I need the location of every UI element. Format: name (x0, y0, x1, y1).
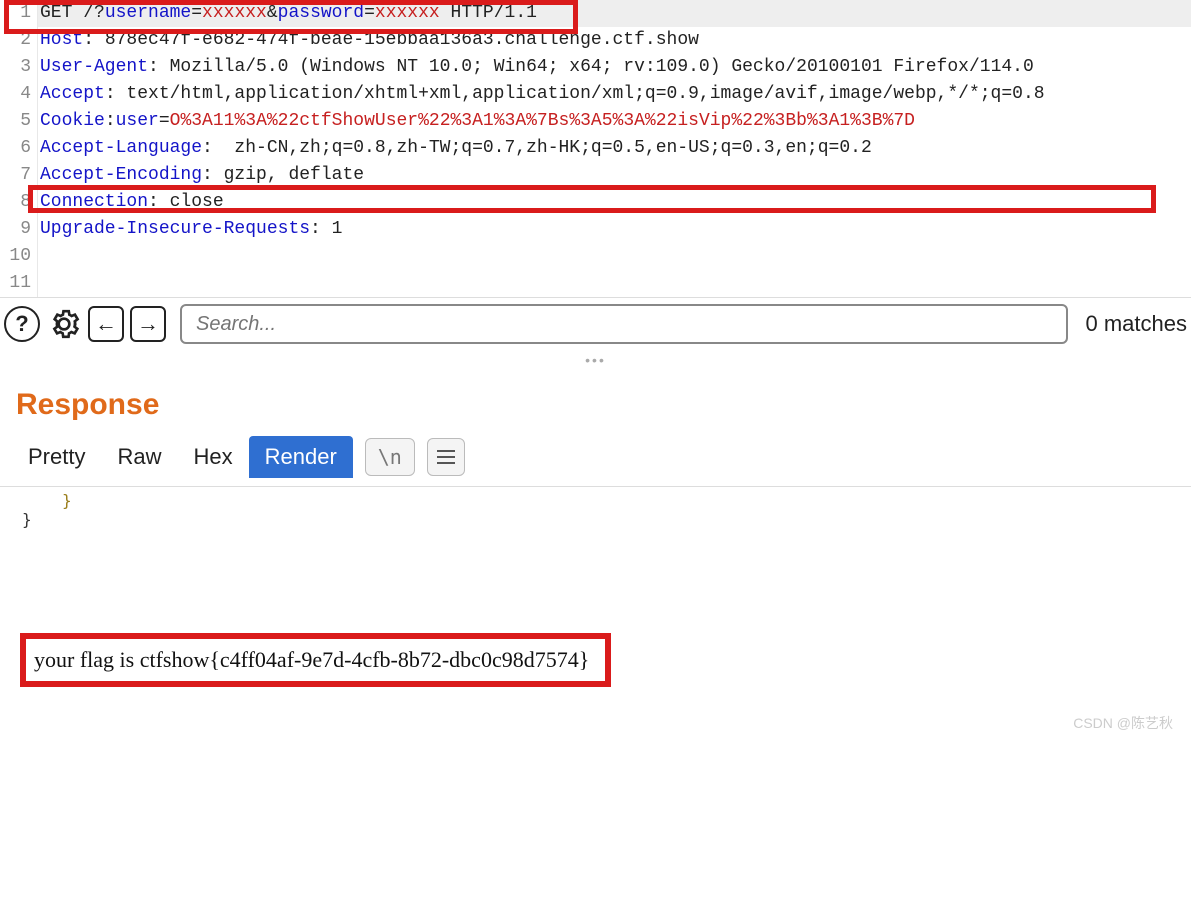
line-code[interactable]: Accept-Language: zh-CN,zh;q=0.8,zh-TW;q=… (38, 135, 1191, 162)
line-number: 3 (0, 54, 38, 81)
editor-line[interactable]: 2Host: 878ec47f-e682-474f-beae-15ebbaa13… (0, 27, 1191, 54)
line-code[interactable]: Accept: text/html,application/xhtml+xml,… (38, 81, 1191, 108)
response-title: Response (0, 370, 1191, 436)
line-code[interactable]: Accept-Encoding: gzip, deflate (38, 162, 1191, 189)
match-count: 0 matches (1074, 311, 1188, 337)
editor-line[interactable]: 3User-Agent: Mozilla/5.0 (Windows NT 10.… (0, 54, 1191, 81)
tab-pretty[interactable]: Pretty (12, 436, 101, 478)
editor-line[interactable]: 9Upgrade-Insecure-Requests: 1 (0, 216, 1191, 243)
editor-line[interactable]: 4Accept: text/html,application/xhtml+xml… (0, 81, 1191, 108)
line-number: 11 (0, 270, 38, 297)
highlight-box-flag (20, 633, 611, 687)
line-code[interactable]: GET /?username=xxxxxx&password=xxxxxx HT… (38, 0, 1191, 27)
editor-line[interactable]: 10 (0, 243, 1191, 270)
line-number: 6 (0, 135, 38, 162)
line-number: 4 (0, 81, 38, 108)
editor-line[interactable]: 1GET /?username=xxxxxx&password=xxxxxx H… (0, 0, 1191, 27)
help-icon[interactable]: ? (4, 306, 40, 342)
line-number: 8 (0, 189, 38, 216)
split-handle[interactable]: ••• (0, 350, 1191, 370)
response-render-panel: } } your flag is ctfshow{c4ff04af-9e7d-4… (0, 487, 1191, 741)
editor-line[interactable]: 8Connection: close (0, 189, 1191, 216)
search-toolbar: ? ← → 0 matches (0, 297, 1191, 350)
render-line: } (12, 491, 1179, 510)
editor-line[interactable]: 7Accept-Encoding: gzip, deflate (0, 162, 1191, 189)
flag-highlight: your flag is ctfshow{c4ff04af-9e7d-4cfb-… (22, 639, 601, 681)
line-number: 9 (0, 216, 38, 243)
editor-line[interactable]: 11 (0, 270, 1191, 297)
line-number: 1 (0, 0, 38, 27)
line-number: 5 (0, 108, 38, 135)
next-match-button[interactable]: → (130, 306, 166, 342)
tab-raw[interactable]: Raw (101, 436, 177, 478)
editor-line[interactable]: 6Accept-Language: zh-CN,zh;q=0.8,zh-TW;q… (0, 135, 1191, 162)
tab-render[interactable]: Render (249, 436, 353, 478)
line-code[interactable]: User-Agent: Mozilla/5.0 (Windows NT 10.0… (38, 54, 1191, 81)
request-editor[interactable]: 1GET /?username=xxxxxx&password=xxxxxx H… (0, 0, 1191, 297)
tab-hex[interactable]: Hex (177, 436, 248, 478)
line-code[interactable]: Cookie:user=O%3A11%3A%22ctfShowUser%22%3… (38, 108, 1191, 135)
response-tabs: PrettyRawHexRender \n (0, 436, 1191, 487)
line-number: 2 (0, 27, 38, 54)
line-code[interactable]: Upgrade-Insecure-Requests: 1 (38, 216, 1191, 243)
prev-match-button[interactable]: ← (88, 306, 124, 342)
hamburger-icon[interactable] (427, 438, 465, 476)
search-input[interactable] (180, 304, 1068, 344)
line-code[interactable]: Connection: close (38, 189, 1191, 216)
watermark: CSDN @陈艺秋 (1073, 713, 1173, 733)
line-code[interactable]: Host: 878ec47f-e682-474f-beae-15ebbaa136… (38, 27, 1191, 54)
gear-icon[interactable] (46, 306, 82, 342)
newline-toggle-button[interactable]: \n (365, 438, 415, 476)
editor-line[interactable]: 5Cookie:user=O%3A11%3A%22ctfShowUser%22%… (0, 108, 1191, 135)
render-line: } (12, 510, 1179, 529)
line-number: 7 (0, 162, 38, 189)
line-number: 10 (0, 243, 38, 270)
